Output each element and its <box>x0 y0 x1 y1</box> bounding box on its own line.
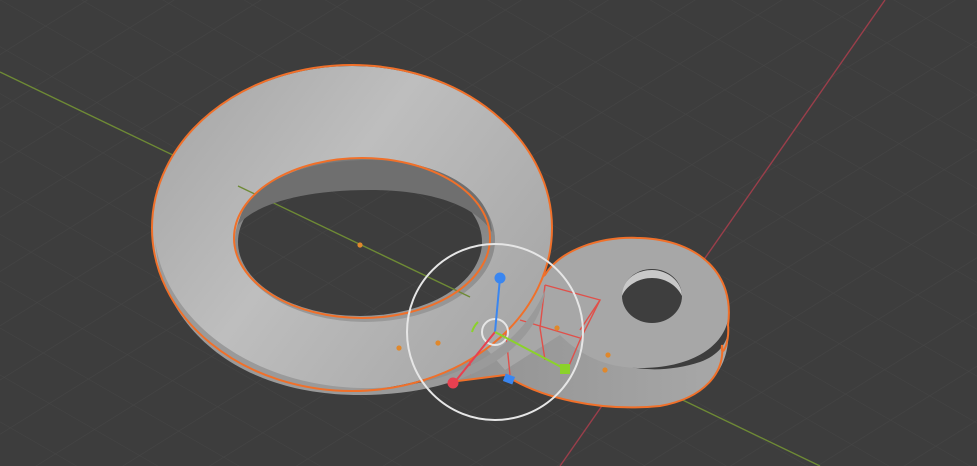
origin-dot[interactable] <box>435 340 441 346</box>
origin-dot[interactable] <box>605 352 611 358</box>
gizmo-x-handle[interactable] <box>447 377 459 389</box>
3d-viewport[interactable] <box>0 0 977 466</box>
origin-dot[interactable] <box>554 325 560 331</box>
origin-dot[interactable] <box>396 345 402 351</box>
gizmo-z-handle[interactable] <box>494 272 506 284</box>
gizmo-y-handle[interactable] <box>560 364 570 374</box>
viewport-scene[interactable] <box>0 0 977 466</box>
origin-dot[interactable] <box>602 367 608 373</box>
origin-dot[interactable] <box>357 242 363 248</box>
